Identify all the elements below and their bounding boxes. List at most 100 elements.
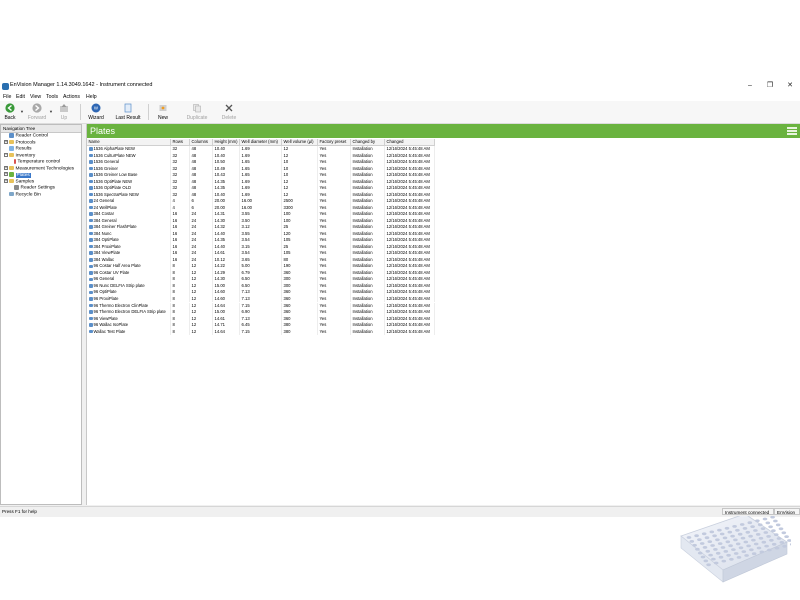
expand-icon[interactable]: + xyxy=(4,165,8,170)
table-row[interactable]: 1536 General 32 48 10.50 1.65 10 Yes Installati… xyxy=(87,159,435,166)
nav-item-plates[interactable]: + Plates xyxy=(4,172,31,178)
nav-item-reader-control[interactable]: Reader Control xyxy=(9,133,48,139)
delete-button[interactable]: Delete xyxy=(218,102,240,122)
document-icon xyxy=(124,103,132,113)
table-row[interactable]: 1536 OptiPlate OLD 32 48 14.35 1.69 12 Yes Inst… xyxy=(87,185,435,192)
menu-view[interactable]: View xyxy=(30,94,41,100)
table-row[interactable]: 96 ProxiPlate 8 12 14.60 7.13 360 Yes Installat… xyxy=(87,295,435,303)
well xyxy=(711,557,716,561)
well xyxy=(743,540,749,544)
table-row[interactable]: Wallac Test Plate 8 12 14.64 7.15 380 Yes Insta… xyxy=(87,328,435,336)
well xyxy=(713,561,719,565)
well xyxy=(722,536,728,540)
expand-icon[interactable]: + xyxy=(4,172,8,177)
plate-name: 384 Costar xyxy=(93,211,114,217)
menu-tools[interactable]: Tools xyxy=(46,94,58,100)
table-row[interactable]: 384 Nunc 16 24 14.40 3.55 120 Yes Installation 1… xyxy=(87,230,435,238)
well xyxy=(709,530,715,534)
well xyxy=(771,529,776,533)
nav-item-inventory[interactable]: − Inventory xyxy=(4,152,35,159)
well xyxy=(719,532,725,536)
table-cell: 8 xyxy=(171,328,190,336)
column-header[interactable]: Well diameter (mm) xyxy=(240,139,282,146)
minimize-button[interactable]: – xyxy=(740,80,760,92)
menu-help[interactable]: Help xyxy=(86,94,97,100)
column-header[interactable]: Changed xyxy=(385,139,435,146)
column-header[interactable]: Height (mm) xyxy=(213,139,240,146)
last-result-label: Last Result xyxy=(115,115,141,121)
table-cell: 20.00 xyxy=(213,204,240,212)
folder-icon xyxy=(9,165,14,170)
table-cell: 8 xyxy=(171,295,190,303)
table-cell: Yes xyxy=(318,328,351,336)
column-header[interactable]: Name xyxy=(87,139,171,146)
new-button[interactable]: New xyxy=(152,102,174,122)
menu-actions[interactable]: Actions xyxy=(63,94,80,100)
maximize-button[interactable]: ❐ xyxy=(760,80,780,92)
duplicate-button[interactable]: Duplicate xyxy=(182,102,212,122)
plate-name-cell: 96 Wallac IsoPlate xyxy=(87,322,171,329)
plate-row-icon xyxy=(88,205,93,210)
forward-button[interactable]: Forward xyxy=(27,102,47,122)
back-dropdown-icon[interactable]: ▼ xyxy=(20,109,24,114)
nav-item-measurement-technologies[interactable]: + Measurement Technologies xyxy=(4,165,74,172)
well xyxy=(761,540,767,544)
forward-arrow-icon xyxy=(32,103,42,113)
column-header[interactable]: Changed by xyxy=(351,139,385,146)
status-help: Press F1 for help xyxy=(2,509,37,514)
well xyxy=(762,517,768,521)
expand-icon[interactable]: + xyxy=(4,178,8,183)
back-label: Back xyxy=(4,115,16,121)
plate-row-icon xyxy=(88,173,93,177)
table-row[interactable]: 96 General 8 12 14.30 6.50 300 Yes Installation… xyxy=(87,276,435,283)
toolbar-separator xyxy=(80,104,81,120)
nav-item-recycle-bin[interactable]: Recycle Bin xyxy=(9,191,41,198)
folder-icon xyxy=(9,178,14,183)
expand-icon[interactable]: + xyxy=(4,139,8,144)
well xyxy=(735,528,740,532)
nav-item-temperature-control[interactable]: Temperature control xyxy=(14,159,60,165)
wizard-button[interactable]: W Wizard xyxy=(84,102,108,122)
column-header[interactable]: Rows xyxy=(171,139,190,146)
table-cell: 3.54 xyxy=(240,250,282,257)
plate-name: Wallac Test Plate xyxy=(93,328,126,334)
new-label: New xyxy=(157,115,168,121)
nav-item-reader-settings[interactable]: Reader Settings xyxy=(14,185,55,191)
up-folder-icon xyxy=(60,104,68,112)
plate-row-icon xyxy=(88,147,93,151)
table-row[interactable]: 384 ViewPlate 16 24 14.61 3.54 105 Yes Installa… xyxy=(87,250,435,257)
plate-name: 1536 AlphaPlate NEW xyxy=(93,146,135,152)
plate-icon xyxy=(9,172,14,177)
plate-row-icon xyxy=(88,316,93,321)
settings-icon xyxy=(14,185,19,190)
table-cell: 3.55 xyxy=(240,230,282,238)
plate-name: 96 Wallac IsoPlate xyxy=(93,322,129,328)
toolbar: Back ▼ Forward ▼ Up W Wizard Last Result… xyxy=(0,101,800,124)
menu-edit[interactable]: Edit xyxy=(16,94,25,100)
plate-name: 96 ProxiPlate xyxy=(93,295,119,301)
table-row[interactable]: 24 WellPlate 4 6 20.00 16.00 3300 Yes Installat… xyxy=(87,204,435,212)
forward-dropdown-icon[interactable]: ▼ xyxy=(49,109,53,114)
column-header[interactable]: Well volume (µl) xyxy=(282,139,318,146)
up-button[interactable]: Up xyxy=(56,102,72,122)
nav-item-samples[interactable]: + Samples xyxy=(4,178,34,185)
back-button[interactable]: Back xyxy=(2,102,18,122)
well xyxy=(710,544,715,547)
reader-icon xyxy=(9,133,14,138)
well xyxy=(701,532,707,536)
close-button[interactable]: ✕ xyxy=(780,80,800,92)
plate-row-icon xyxy=(88,284,93,288)
plate-row-icon xyxy=(88,303,93,308)
table-cell: 32 xyxy=(171,185,190,192)
well xyxy=(738,546,744,550)
nav-item-protocols[interactable]: + Protocols xyxy=(4,139,36,146)
column-header[interactable]: Columns xyxy=(190,139,213,146)
last-result-button[interactable]: Last Result xyxy=(112,102,144,122)
nav-item-results[interactable]: Results xyxy=(9,146,32,152)
table-cell: 12/16/2024 5:45:48 AM xyxy=(385,204,435,212)
column-header[interactable]: Factory preset xyxy=(318,139,351,146)
collapse-icon[interactable]: − xyxy=(4,152,8,157)
plates-stack-icon xyxy=(787,127,797,135)
menu-file[interactable]: File xyxy=(3,94,11,100)
table-row[interactable]: 96 Wallac IsoPlate 8 12 14.71 6.45 380 Yes Inst… xyxy=(87,322,435,329)
